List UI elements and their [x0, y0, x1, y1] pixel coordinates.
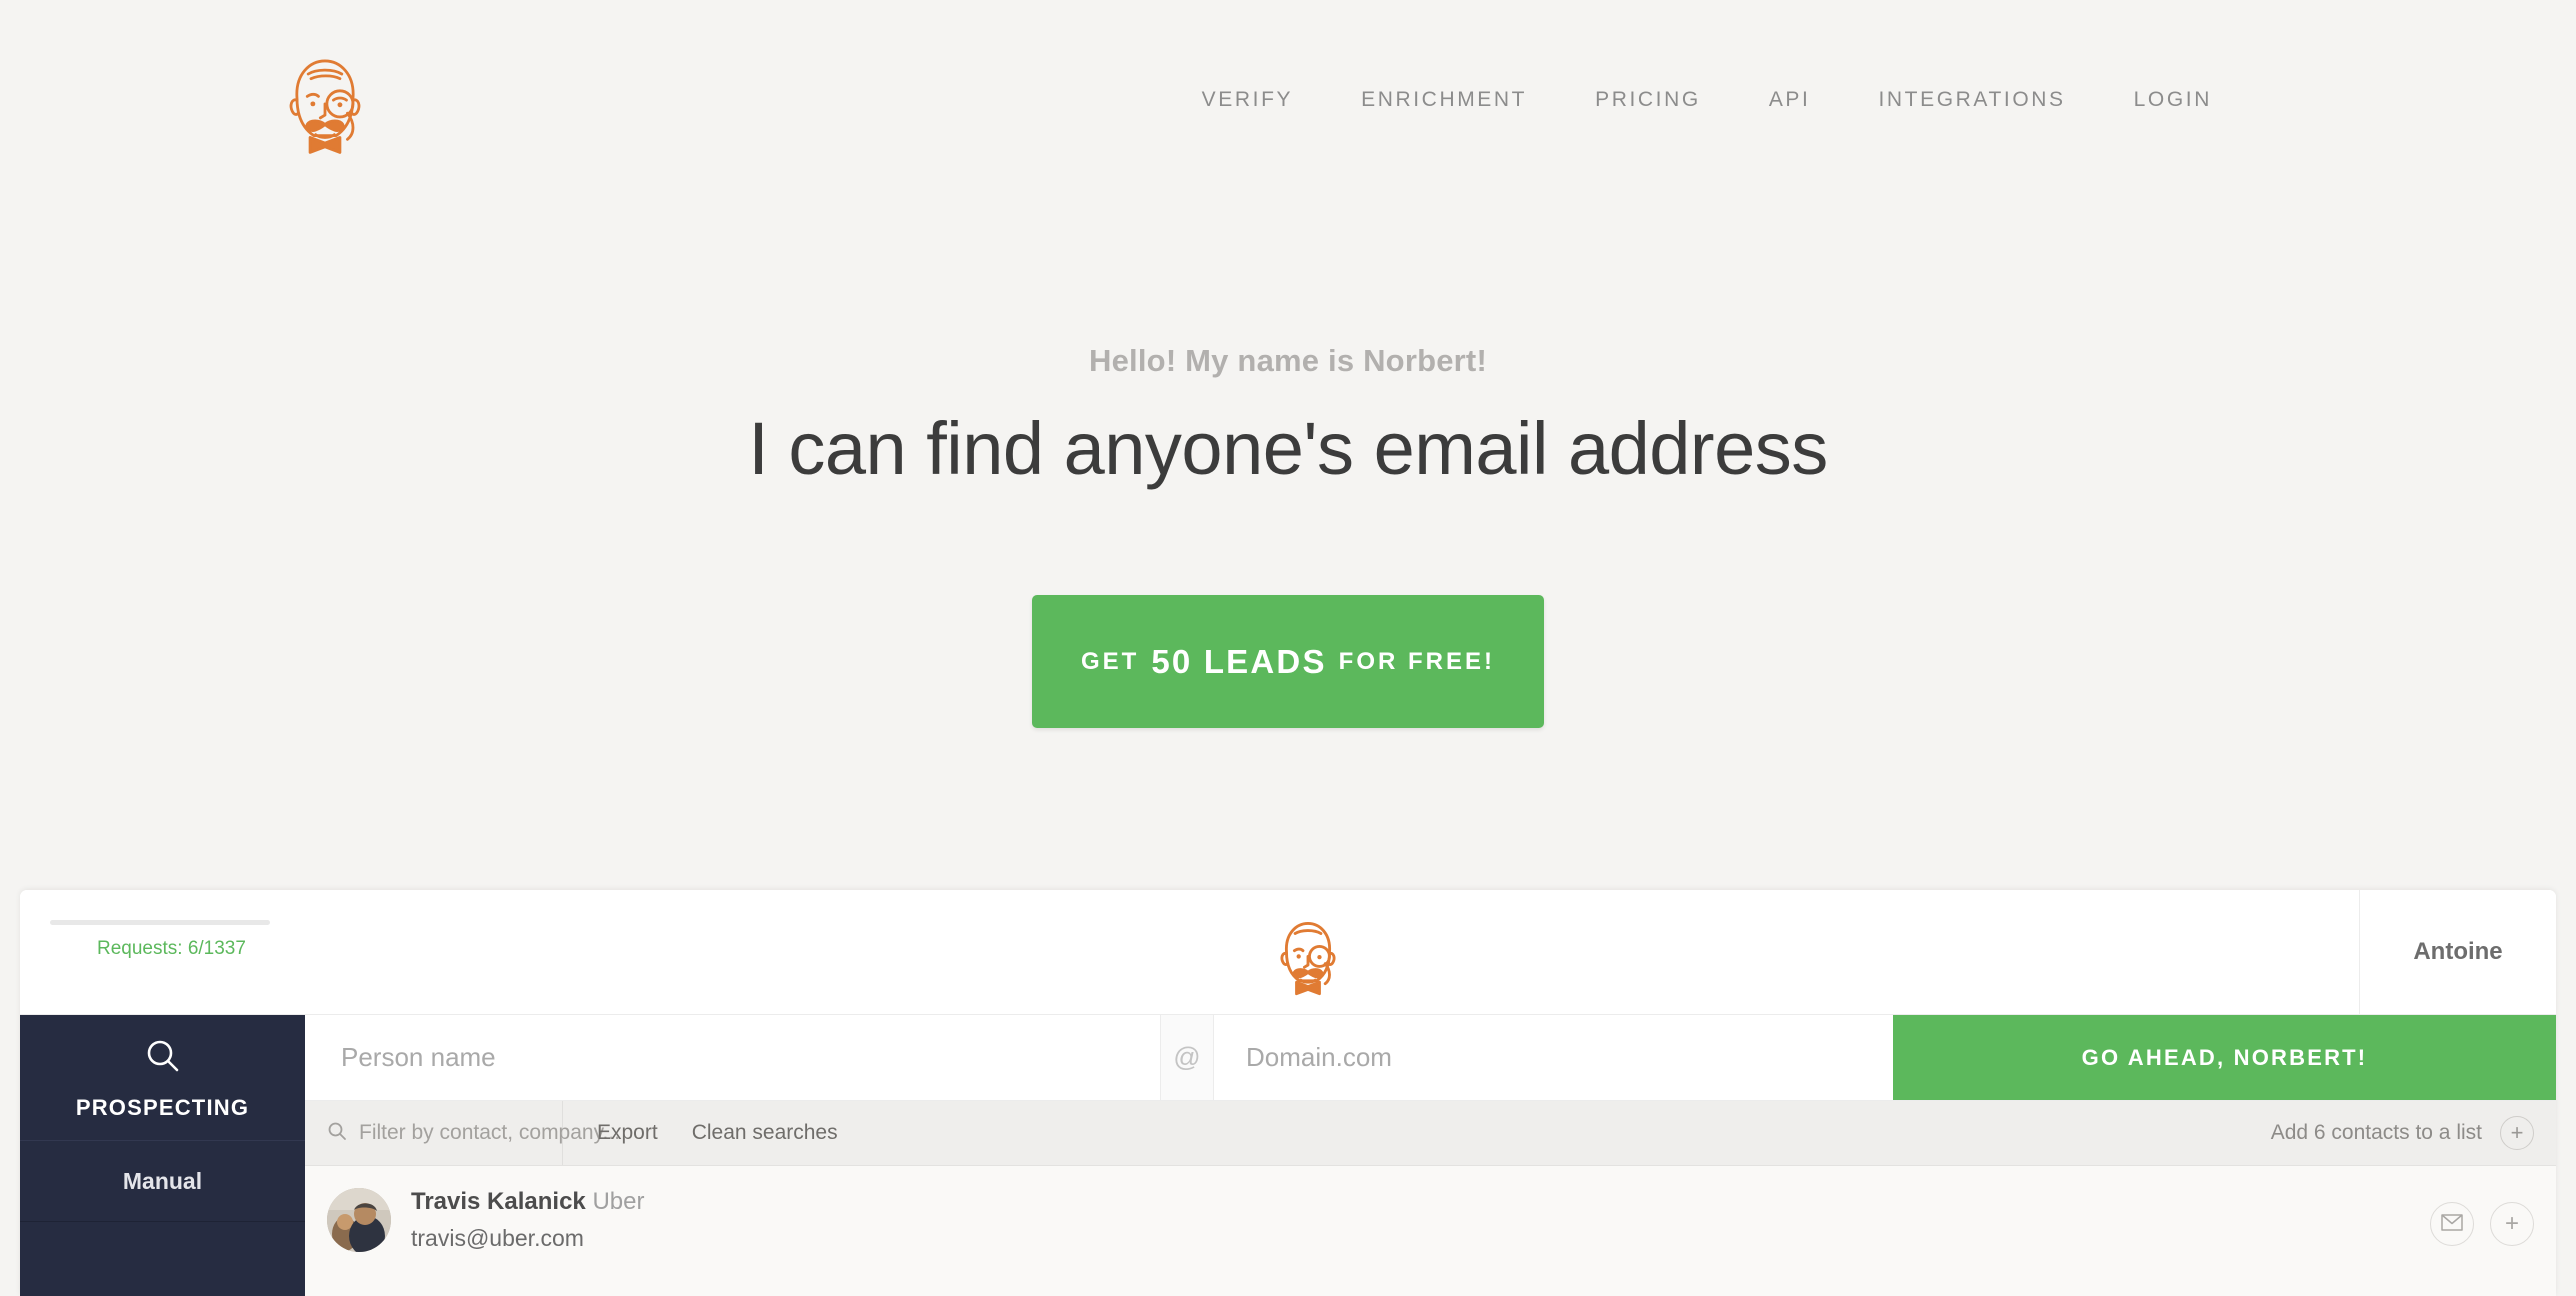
nav-link-login[interactable]: LOGIN	[2100, 88, 2246, 112]
sidebar-prospecting-label: PROSPECTING	[75, 1094, 250, 1120]
app-body: PROSPECTING Manual @ GO AHEAD, NORBERT!	[20, 1015, 2556, 1296]
add-contact-button[interactable]: +	[2490, 1202, 2534, 1246]
page-title: I can find anyone's email address	[748, 407, 1828, 490]
cta-suffix: FOR FREE!	[1338, 647, 1495, 675]
cta-highlight: 50 LEADS	[1151, 642, 1327, 680]
nav-link-enrichment[interactable]: ENRICHMENT	[1327, 88, 1561, 112]
account-name-label: Antoine	[2413, 938, 2503, 965]
app-preview-panel: Requests: 6/1337 Antoine PROSPECTING Man…	[20, 890, 2556, 1296]
sidebar-item-manual[interactable]: Manual	[20, 1140, 305, 1222]
contact-name: Travis Kalanick	[411, 1188, 586, 1215]
search-row: @ GO AHEAD, NORBERT!	[305, 1015, 2556, 1101]
nav-link-verify[interactable]: VERIFY	[1168, 88, 1327, 112]
envelope-icon	[2441, 1212, 2463, 1236]
filter-input[interactable]: Filter by contact, company...	[305, 1101, 620, 1165]
avatar	[327, 1188, 391, 1252]
quota-label: Requests: 6/1337	[97, 938, 246, 959]
site-header: VERIFY ENRICHMENT PRICING API INTEGRATIO…	[0, 0, 2576, 215]
nav-link-api[interactable]: API	[1735, 88, 1845, 112]
contact-company: Uber	[592, 1188, 645, 1215]
main-navigation: VERIFY ENRICHMENT PRICING API INTEGRATIO…	[1168, 88, 2246, 112]
results-toolbar: Filter by contact, company... Export Cle…	[305, 1101, 2556, 1166]
norbert-face-logo-icon[interactable]	[1265, 912, 1351, 998]
add-to-list-group: Add 6 contacts to a list +	[2271, 1116, 2534, 1150]
export-button[interactable]: Export	[597, 1121, 658, 1145]
norbert-face-logo-icon[interactable]	[269, 46, 381, 158]
nav-link-pricing[interactable]: PRICING	[1561, 88, 1735, 112]
send-email-button[interactable]	[2430, 1202, 2474, 1246]
add-contacts-to-list-button[interactable]: +	[2500, 1116, 2534, 1150]
app-topbar: Requests: 6/1337 Antoine	[20, 890, 2556, 1015]
requests-quota: Requests: 6/1337	[50, 920, 300, 960]
clean-searches-button[interactable]: Clean searches	[692, 1121, 838, 1145]
cta-prefix: GET	[1081, 647, 1140, 675]
filter-placeholder-label: Filter by contact, company...	[359, 1121, 621, 1144]
magnifier-icon	[141, 1035, 185, 1079]
app-content: @ GO AHEAD, NORBERT! Filter by contact, …	[305, 1015, 2556, 1296]
contact-email: travis@uber.com	[411, 1225, 584, 1251]
table-row[interactable]: Travis Kalanick Uber travis@uber.com +	[305, 1166, 2556, 1296]
sidebar-item-prospecting[interactable]: PROSPECTING	[20, 1015, 305, 1140]
account-menu[interactable]: Antoine	[2359, 890, 2556, 1014]
nav-link-integrations[interactable]: INTEGRATIONS	[1844, 88, 2099, 112]
get-leads-cta-button[interactable]: GET 50 LEADS FOR FREE!	[1032, 595, 1544, 728]
add-contacts-label: Add 6 contacts to a list	[2270, 1121, 2482, 1144]
hero-eyebrow: Hello! My name is Norbert!	[1089, 343, 1487, 378]
person-name-input[interactable]	[305, 1015, 1160, 1100]
search-icon	[327, 1121, 347, 1146]
quota-progress-bar	[50, 920, 270, 925]
contact-name-line: Travis Kalanick Uber	[411, 1188, 644, 1216]
app-sidebar: PROSPECTING Manual	[20, 1015, 305, 1296]
search-submit-button[interactable]: GO AHEAD, NORBERT!	[1893, 1015, 2556, 1100]
plus-icon: +	[2504, 1210, 2519, 1237]
contact-info: Travis Kalanick Uber travis@uber.com	[411, 1188, 644, 1252]
row-actions: +	[2430, 1202, 2534, 1246]
hero-section: Hello! My name is Norbert! I can find an…	[0, 215, 2576, 890]
at-symbol-icon: @	[1160, 1015, 1214, 1100]
plus-icon: +	[2510, 1120, 2524, 1145]
domain-input[interactable]	[1214, 1015, 1893, 1100]
sidebar-manual-label: Manual	[122, 1167, 203, 1194]
